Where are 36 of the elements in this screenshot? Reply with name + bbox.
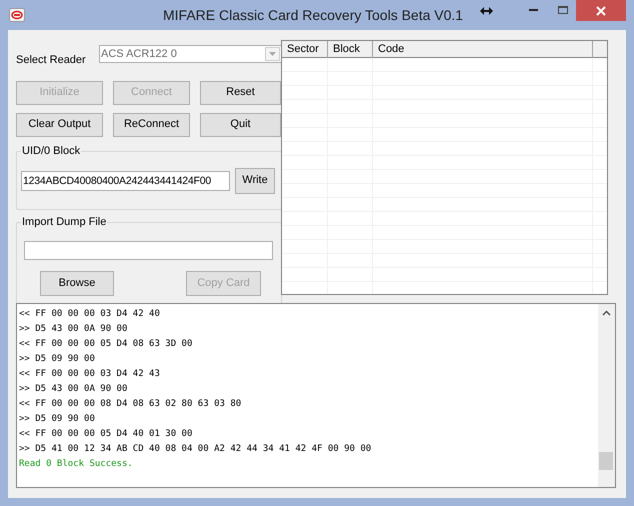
log-line: << FF 00 00 00 08 D4 08 63 02 80 63 03 80 <box>19 398 242 411</box>
log-line: >> D5 43 00 0A 90 00 <box>19 323 128 336</box>
log-line: >> D5 09 90 00 <box>19 413 95 426</box>
button[interactable]: ReConnect <box>113 112 190 136</box>
reader-dropdown[interactable]: ACS ACR122 0 <box>99 45 282 64</box>
group-title: UID/0 Block <box>21 144 82 158</box>
scroll-up-icon[interactable] <box>602 310 611 316</box>
column-header[interactable]: Sector <box>282 41 328 58</box>
uid-input-field[interactable]: 1234ABCD40080400A242443441424F00 <box>21 170 230 190</box>
reader-label: Select Reader <box>16 53 86 68</box>
minimize-icon <box>529 9 538 11</box>
button[interactable]: Write <box>235 168 275 194</box>
log-line: << FF 00 00 00 05 D4 40 01 30 00 <box>19 428 192 441</box>
button[interactable]: Reset <box>200 80 281 104</box>
window-title: MIFARE Classic Card Recovery Tools Beta V0.1 <box>163 7 464 24</box>
scrollbar[interactable] <box>598 304 615 487</box>
column-header[interactable]: Code <box>373 41 593 58</box>
close-icon <box>596 6 606 16</box>
column-header[interactable]: Block <box>328 41 373 58</box>
close-button[interactable] <box>576 0 626 21</box>
log-line: >> D5 41 00 12 34 AB CD 40 08 04 00 A2 42 44 34 41 42 4F 00 90 00 <box>19 443 372 456</box>
maximize-icon <box>558 6 568 14</box>
log-line: >> D5 09 90 00 <box>19 353 95 366</box>
log-line: << FF 00 00 00 03 D4 42 43 <box>19 368 160 381</box>
file-path-field[interactable] <box>24 240 273 260</box>
log-line: >> D5 43 00 0A 90 00 <box>19 383 128 396</box>
button[interactable]: Quit <box>200 112 281 136</box>
button[interactable]: Browse <box>40 270 114 296</box>
log-line: << FF 00 00 00 03 D4 42 40 <box>19 308 160 321</box>
group-title: Import Dump File <box>21 214 108 228</box>
log-line: Read 0 Block Success. <box>19 458 133 471</box>
log-line: << FF 00 00 00 05 D4 08 63 3D 00 <box>19 338 192 351</box>
button[interactable]: Clear Output <box>16 112 103 136</box>
resize-cursor-icon <box>480 7 493 15</box>
app-icon[interactable] <box>9 8 25 22</box>
scroll-thumb[interactable] <box>599 452 613 470</box>
